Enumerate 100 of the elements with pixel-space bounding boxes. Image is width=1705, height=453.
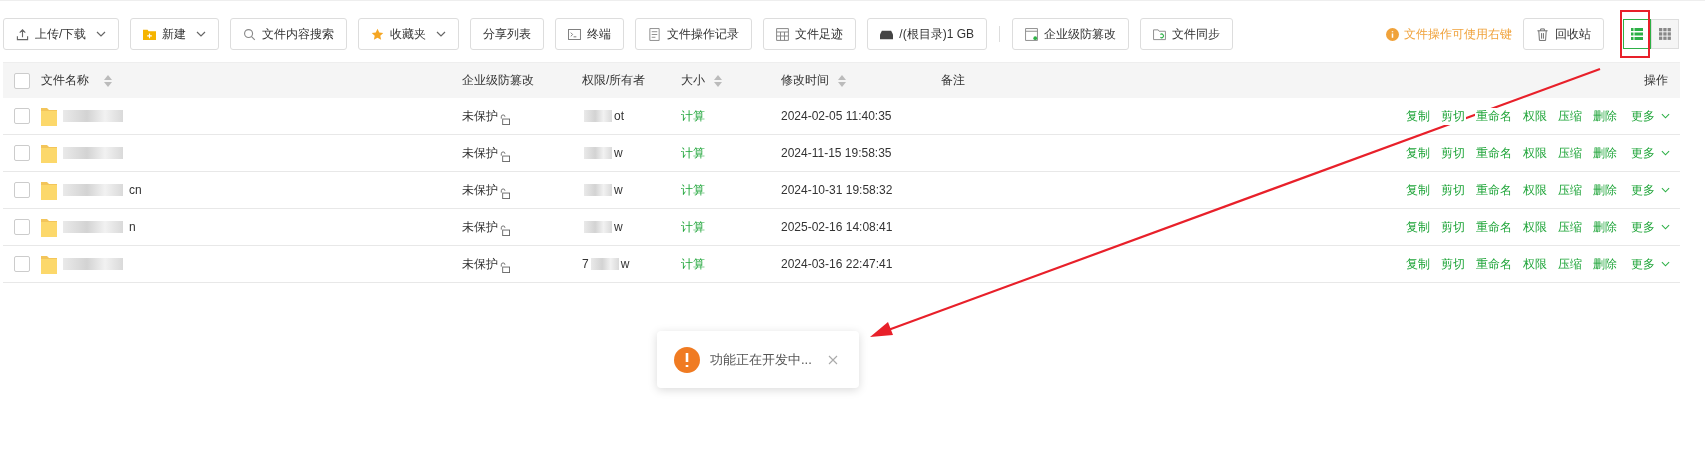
action-link[interactable]: 权限 xyxy=(1522,218,1548,236)
checkbox[interactable] xyxy=(14,145,30,161)
redacted-owner xyxy=(584,184,612,196)
action-link[interactable]: 删除 xyxy=(1592,255,1618,273)
action-link[interactable]: 剪切 xyxy=(1440,181,1466,199)
action-link[interactable]: 权限 xyxy=(1522,255,1548,273)
action-link[interactable]: 复制 xyxy=(1405,181,1431,199)
toolbar-button[interactable]: 分享列表 xyxy=(470,18,545,50)
calculate-link[interactable]: 计算 xyxy=(681,107,705,125)
action-link[interactable]: 压缩 xyxy=(1557,144,1583,162)
redacted-owner xyxy=(584,110,612,122)
toolbar-button[interactable]: 文件操作记录 xyxy=(635,18,753,50)
checkbox[interactable] xyxy=(14,219,30,235)
caret-icon[interactable] xyxy=(1661,113,1670,119)
action-link[interactable]: 权限 xyxy=(1522,107,1548,125)
toolbar-button[interactable]: 文件足迹 xyxy=(763,18,857,50)
caret-icon[interactable] xyxy=(1661,224,1670,230)
caret-icon[interactable] xyxy=(1661,187,1670,193)
toolbar-button[interactable]: 文件内容搜索 xyxy=(230,18,348,50)
protection-status: 未保护 xyxy=(462,181,498,199)
unlock-icon xyxy=(499,150,510,162)
unlock-icon xyxy=(499,261,510,273)
action-link[interactable]: 剪切 xyxy=(1440,107,1466,125)
action-link[interactable]: 压缩 xyxy=(1557,255,1583,273)
calculate-link[interactable]: 计算 xyxy=(681,218,705,236)
grid-view-button[interactable] xyxy=(1651,19,1679,49)
owner-text: ot xyxy=(614,109,624,123)
sort-icon[interactable] xyxy=(838,74,846,87)
protection-status: 未保护 xyxy=(462,255,498,273)
action-link[interactable]: 压缩 xyxy=(1557,181,1583,199)
folder-icon xyxy=(143,27,157,41)
more-link[interactable]: 更多 xyxy=(1630,144,1656,162)
action-link[interactable]: 重命名 xyxy=(1475,181,1513,199)
column-header: 大小 xyxy=(681,72,705,89)
more-link[interactable]: 更多 xyxy=(1630,107,1656,125)
close-icon[interactable] xyxy=(827,354,838,365)
action-link[interactable]: 压缩 xyxy=(1557,107,1583,125)
action-link[interactable]: 剪切 xyxy=(1440,255,1466,273)
action-link[interactable]: 复制 xyxy=(1405,144,1431,162)
action-link[interactable]: 权限 xyxy=(1522,181,1548,199)
column-header: 文件名称 xyxy=(41,72,89,89)
toolbar-button[interactable]: 企业级防篡改 xyxy=(1012,18,1129,50)
highlight-box xyxy=(1620,10,1650,58)
unlock-icon xyxy=(499,113,510,125)
sort-icon[interactable] xyxy=(104,74,112,87)
calendar-icon xyxy=(776,27,790,41)
toolbar-button[interactable]: 终端 xyxy=(555,18,625,50)
action-link[interactable]: 删除 xyxy=(1592,218,1618,236)
more-link[interactable]: 更多 xyxy=(1630,181,1656,199)
action-link[interactable]: 压缩 xyxy=(1557,218,1583,236)
column-header: 操作 xyxy=(1644,72,1668,89)
caret-icon[interactable] xyxy=(1661,261,1670,267)
checkbox[interactable] xyxy=(14,256,30,272)
action-link[interactable]: 重命名 xyxy=(1475,144,1513,162)
protection-status: 未保护 xyxy=(462,218,498,236)
trash-icon xyxy=(1536,27,1549,41)
action-link[interactable]: 删除 xyxy=(1592,144,1618,162)
recycle-bin-button[interactable]: 回收站 xyxy=(1523,18,1604,50)
redacted-name xyxy=(63,184,123,196)
toolbar-button[interactable]: 文件同步 xyxy=(1140,18,1233,50)
redacted-owner xyxy=(584,147,612,159)
calculate-link[interactable]: 计算 xyxy=(681,144,705,162)
calculate-link[interactable]: 计算 xyxy=(681,181,705,199)
action-link[interactable]: 复制 xyxy=(1405,255,1431,273)
unlock-icon xyxy=(499,187,510,199)
action-link[interactable]: 权限 xyxy=(1522,144,1548,162)
checkbox[interactable] xyxy=(14,72,30,89)
more-link[interactable]: 更多 xyxy=(1630,218,1656,236)
redacted-name xyxy=(63,221,123,233)
action-link[interactable]: 重命名 xyxy=(1475,107,1513,125)
owner-text: w xyxy=(614,220,623,234)
action-link[interactable]: 重命名 xyxy=(1475,218,1513,236)
toolbar-button[interactable]: 上传/下载 xyxy=(3,18,120,50)
file-name: cn xyxy=(129,183,142,197)
checkbox[interactable] xyxy=(14,182,30,198)
calculate-link[interactable]: 计算 xyxy=(681,255,705,273)
folder-icon xyxy=(41,106,57,126)
action-link[interactable]: 剪切 xyxy=(1440,144,1466,162)
folder-icon xyxy=(41,217,57,237)
folder-icon xyxy=(41,143,57,163)
action-link[interactable]: 复制 xyxy=(1405,218,1431,236)
caret-icon[interactable] xyxy=(1661,150,1670,156)
column-header: 权限/所有者 xyxy=(582,72,646,89)
checkbox[interactable] xyxy=(14,108,30,124)
protection-status: 未保护 xyxy=(462,144,498,162)
toolbar-button[interactable]: /(根目录)1 GB xyxy=(867,18,987,50)
sort-icon[interactable] xyxy=(714,74,722,87)
redacted-name xyxy=(63,258,123,270)
action-link[interactable]: 重命名 xyxy=(1475,255,1513,273)
column-header: 修改时间 xyxy=(781,72,829,89)
action-link[interactable]: 复制 xyxy=(1405,107,1431,125)
star-icon xyxy=(371,27,385,41)
toolbar-button[interactable]: 收藏夹 xyxy=(358,18,460,50)
action-link[interactable]: 删除 xyxy=(1592,107,1618,125)
more-link[interactable]: 更多 xyxy=(1630,255,1656,273)
action-link[interactable]: 删除 xyxy=(1592,181,1618,199)
redacted-name xyxy=(63,110,123,122)
list-view-button[interactable] xyxy=(1623,19,1651,49)
toolbar-button[interactable]: 新建 xyxy=(130,18,220,50)
action-link[interactable]: 剪切 xyxy=(1440,218,1466,236)
